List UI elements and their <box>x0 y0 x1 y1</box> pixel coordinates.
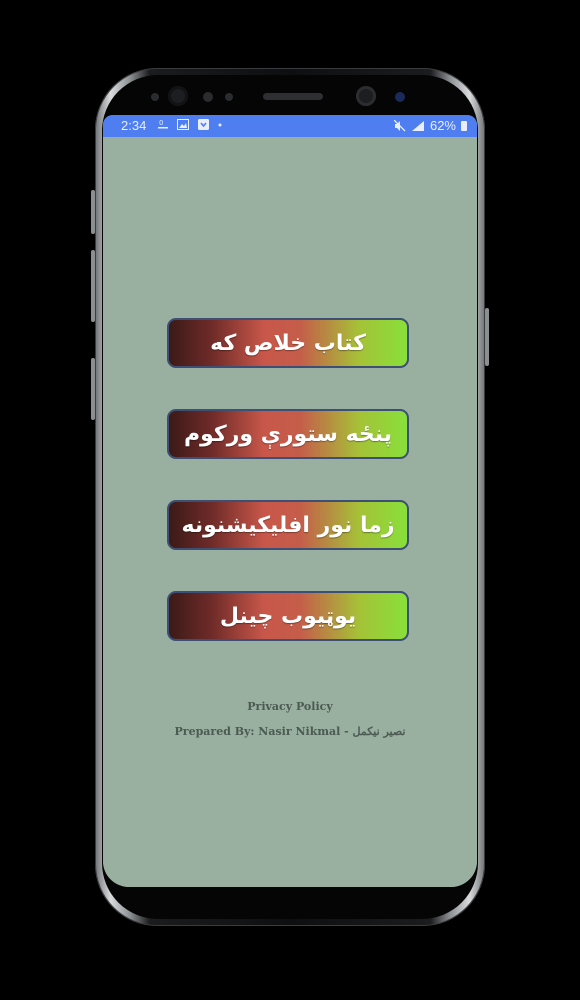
privacy-policy-link[interactable]: Privacy Policy <box>103 700 477 713</box>
front-camera-icon <box>356 86 376 106</box>
power-side-button <box>485 308 489 366</box>
notification-icons: 0 <box>158 118 222 132</box>
app-main: کتاب خلاص که پنځه ستورې ورکوم زما نور اف… <box>103 137 477 887</box>
earpiece-speaker <box>263 93 323 100</box>
light-sensor-icon <box>225 93 233 101</box>
dot-icon <box>218 123 222 127</box>
battery-icon <box>461 120 467 131</box>
rate-five-stars-button[interactable]: پنځه ستورې ورکوم <box>167 409 409 459</box>
status-time: 2:34 <box>121 118 147 133</box>
svg-text:0: 0 <box>159 119 168 127</box>
complete-book-button[interactable]: کتاب خلاص که <box>167 318 409 368</box>
led-indicator-icon <box>203 92 213 102</box>
youtube-channel-button-label: یوټیوب چینل <box>219 603 357 629</box>
download-icon <box>198 119 210 130</box>
phone-screen: 2:34 0 62% کتاب خلاص که پنځه ستورې ورکوم <box>103 115 477 887</box>
image-icon <box>177 119 190 130</box>
complete-book-button-label: کتاب خلاص که <box>210 330 366 356</box>
system-icons: 62% <box>393 118 467 133</box>
proximity-sensor-icon <box>151 93 159 101</box>
youtube-channel-button[interactable]: یوټیوب چینل <box>167 591 409 641</box>
prepared-by-credit: Prepared By: Nasir Nikmal - نصیر نیکمل <box>174 725 406 738</box>
iris-scanner-icon <box>168 86 188 106</box>
more-apps-button[interactable]: زما نور افلیکیشنونه <box>167 500 409 550</box>
rate-five-stars-button-label: پنځه ستورې ورکوم <box>183 421 393 447</box>
mute-icon <box>393 119 406 131</box>
status-bar: 2:34 0 62% <box>103 115 477 137</box>
more-apps-button-label: زما نور افلیکیشنونه <box>181 512 395 538</box>
data-speed-icon: 0 <box>158 119 168 129</box>
device-frame-stage: 2:34 0 62% کتاب خلاص که پنځه ستورې ورکوم <box>0 0 580 1000</box>
iris-camera-icon <box>395 92 405 102</box>
battery-percent: 62% <box>429 118 456 133</box>
lte-signal-icon <box>411 120 424 131</box>
